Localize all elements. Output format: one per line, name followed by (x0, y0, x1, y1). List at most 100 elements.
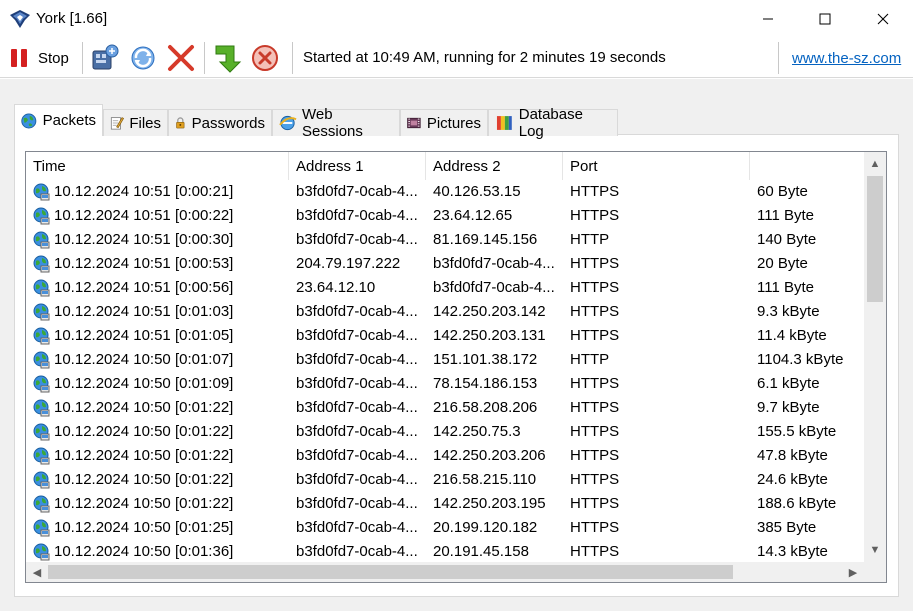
scroll-up-arrow-icon[interactable]: ▲ (867, 156, 883, 172)
column-header-time[interactable]: Time (26, 152, 289, 180)
stop-label: Stop (38, 49, 69, 67)
cell-size: 1104.3 kByte (757, 351, 844, 368)
cell-address-1: b3fd0fd7-0cab-4... (296, 423, 418, 440)
cell-address-1: b3fd0fd7-0cab-4... (296, 543, 418, 560)
horizontal-scrollbar[interactable]: ◀ ▶ (26, 562, 864, 582)
table-row[interactable]: 10.12.2024 10:50 [0:01:07] b3fd0fd7-0cab-… (26, 348, 864, 372)
cell-time: 10.12.2024 10:50 [0:01:07] (54, 351, 234, 368)
cell-time: 10.12.2024 10:51 [0:00:53] (54, 255, 234, 272)
tab-passwords[interactable]: Passwords (168, 109, 272, 136)
network-settings-button[interactable] (90, 42, 120, 74)
cell-address-2: 216.58.208.206 (433, 399, 538, 416)
cell-port: HTTPS (570, 279, 620, 296)
cell-size: 155.5 kByte (757, 423, 837, 440)
cell-address-2: 142.250.75.3 (433, 423, 521, 440)
column-header-size[interactable] (750, 152, 864, 180)
cell-size: 6.1 kByte (757, 375, 820, 392)
cell-size: 385 Byte (757, 519, 817, 536)
column-header-address-2[interactable]: Address 2 (426, 152, 563, 180)
table-row[interactable]: 10.12.2024 10:50 [0:01:36] b3fd0fd7-0cab-… (26, 540, 864, 564)
table-row[interactable]: 10.12.2024 10:50 [0:01:25] b3fd0fd7-0cab-… (26, 516, 864, 540)
tab-label: Web Sessions (302, 106, 363, 140)
table-row[interactable]: 10.12.2024 10:51 [0:00:22] b3fd0fd7-0cab-… (26, 204, 864, 228)
cell-time: 10.12.2024 10:51 [0:00:21] (54, 183, 234, 200)
cell-size: 11.4 kByte (757, 327, 827, 344)
toolbar-separator (292, 42, 293, 74)
document-pen-icon (110, 117, 125, 130)
globe-network-icon (33, 351, 50, 369)
table-row[interactable]: 10.12.2024 10:50 [0:01:22] b3fd0fd7-0cab-… (26, 492, 864, 516)
cell-port: HTTP (570, 231, 610, 248)
cancel-circle-icon (252, 45, 278, 71)
table-row[interactable]: 10.12.2024 10:50 [0:01:22] b3fd0fd7-0cab-… (26, 396, 864, 420)
cell-address-1: b3fd0fd7-0cab-4... (296, 495, 418, 512)
cell-port: HTTPS (570, 495, 620, 512)
cell-port: HTTPS (570, 207, 620, 224)
cell-size: 111 Byte (757, 207, 814, 224)
cell-time: 10.12.2024 10:50 [0:01:25] (54, 519, 234, 536)
table-row[interactable]: 10.12.2024 10:51 [0:00:53] 204.79.197.222… (26, 252, 864, 276)
toolbar-separator (778, 42, 779, 74)
cell-address-2: b3fd0fd7-0cab-4... (433, 255, 555, 272)
import-button[interactable] (212, 42, 244, 74)
cell-size: 140 Byte (757, 231, 817, 248)
cell-size: 20 Byte (757, 255, 808, 272)
cell-address-1: b3fd0fd7-0cab-4... (296, 375, 418, 392)
scroll-right-arrow-icon[interactable]: ▶ (845, 564, 861, 580)
tab-pictures[interactable]: Pictures (400, 109, 488, 136)
tab-label: Files (129, 114, 161, 132)
vertical-scroll-thumb[interactable] (867, 176, 883, 302)
maximize-button[interactable] (796, 0, 854, 38)
list-header: Time Address 1 Address 2 Port (26, 152, 864, 180)
cell-time: 10.12.2024 10:51 [0:01:05] (54, 327, 234, 344)
cell-port: HTTPS (570, 255, 620, 272)
clear-button[interactable] (166, 42, 196, 74)
table-row[interactable]: 10.12.2024 10:51 [0:00:21] b3fd0fd7-0cab-… (26, 180, 864, 204)
tab-database-log[interactable]: Database Log (488, 106, 618, 140)
cell-time: 10.12.2024 10:50 [0:01:22] (54, 495, 234, 512)
globe-network-icon (33, 543, 50, 561)
cell-port: HTTPS (570, 519, 620, 536)
table-row[interactable]: 10.12.2024 10:50 [0:01:22] b3fd0fd7-0cab-… (26, 444, 864, 468)
cell-size: 188.6 kByte (757, 495, 837, 512)
cell-size: 60 Byte (757, 183, 808, 200)
title-bar: York [1.66] (0, 0, 913, 38)
stop-button[interactable]: Stop (8, 42, 69, 74)
cancel-button[interactable] (250, 42, 280, 74)
cell-address-2: 142.250.203.142 (433, 303, 546, 320)
table-row[interactable]: 10.12.2024 10:51 [0:01:05] b3fd0fd7-0cab-… (26, 324, 864, 348)
padlock-icon (176, 117, 185, 129)
cell-size: 9.7 kByte (757, 399, 820, 416)
column-header-port[interactable]: Port (563, 152, 750, 180)
tab-packets[interactable]: Packets (14, 104, 103, 136)
minimize-button[interactable] (739, 0, 797, 38)
cell-time: 10.12.2024 10:51 [0:00:56] (54, 279, 234, 296)
vertical-scrollbar[interactable]: ▲ ▼ (864, 152, 886, 562)
horizontal-scroll-thumb[interactable] (48, 565, 733, 579)
scroll-down-arrow-icon[interactable]: ▼ (867, 542, 883, 558)
scroll-left-arrow-icon[interactable]: ◀ (29, 564, 45, 580)
cell-address-2: 151.101.38.172 (433, 351, 538, 368)
website-link[interactable]: www.the-sz.com (792, 50, 901, 67)
cell-port: HTTPS (570, 399, 620, 416)
packets-list[interactable]: Time Address 1 Address 2 Port 10.12.2024… (25, 151, 887, 583)
x-mark-icon (168, 45, 194, 71)
table-row[interactable]: 10.12.2024 10:51 [0:00:30] b3fd0fd7-0cab-… (26, 228, 864, 252)
cell-address-1: 204.79.197.222 (296, 255, 401, 272)
close-button[interactable] (854, 0, 912, 38)
column-header-address-1[interactable]: Address 1 (289, 152, 426, 180)
cell-address-1: b3fd0fd7-0cab-4... (296, 207, 418, 224)
cell-address-1: 23.64.12.10 (296, 279, 376, 296)
table-row[interactable]: 10.12.2024 10:50 [0:01:22] b3fd0fd7-0cab-… (26, 420, 864, 444)
table-row[interactable]: 10.12.2024 10:51 [0:01:03] b3fd0fd7-0cab-… (26, 300, 864, 324)
capture-status-text: Started at 10:49 AM, running for 2 minut… (303, 49, 666, 66)
table-row[interactable]: 10.12.2024 10:51 [0:00:56] 23.64.12.10 b3f… (26, 276, 864, 300)
tab-label: Pictures (426, 114, 481, 132)
table-row[interactable]: 10.12.2024 10:50 [0:01:09] b3fd0fd7-0cab-… (26, 372, 864, 396)
cell-address-2: 23.64.12.65 (433, 207, 513, 224)
table-row[interactable]: 10.12.2024 10:50 [0:01:22] b3fd0fd7-0cab-… (26, 468, 864, 492)
cell-address-1: b3fd0fd7-0cab-4... (296, 327, 418, 344)
refresh-network-button[interactable] (128, 42, 158, 74)
tab-files[interactable]: Files (103, 109, 168, 136)
tab-web-sessions[interactable]: Web Sessions (272, 106, 400, 140)
